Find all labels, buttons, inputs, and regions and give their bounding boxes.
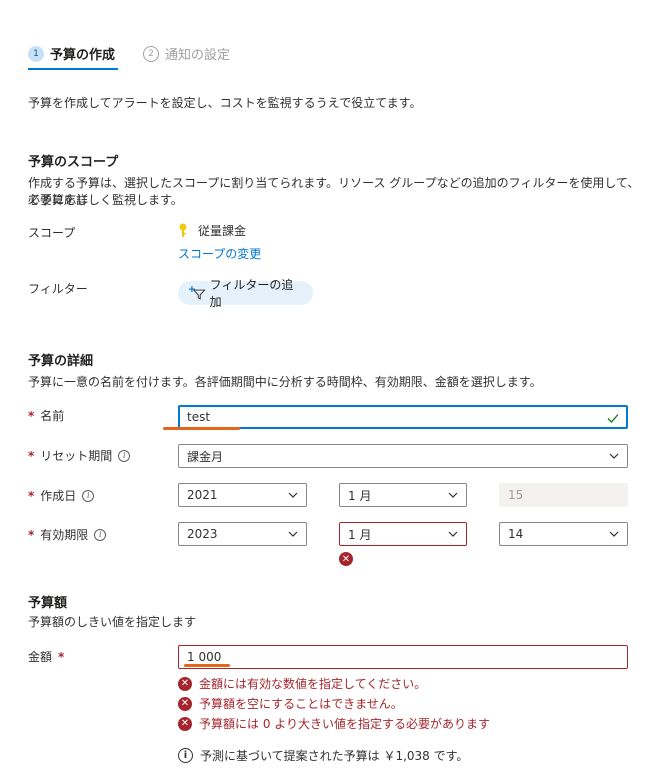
name-label-row: * 名前 — [28, 407, 64, 424]
info-icon[interactable]: i — [94, 528, 107, 541]
add-filter-icon — [188, 286, 206, 300]
scope-title: 予算のスコープ — [28, 155, 119, 170]
chevron-down-icon — [609, 453, 619, 459]
step-create-budget[interactable]: 1 予算の作成 — [28, 44, 115, 63]
name-input[interactable]: test — [178, 405, 628, 429]
error-icon: ✕ — [339, 552, 353, 566]
reset-label: リセット期間 — [40, 449, 113, 463]
amount-error-text-1: 金額には有効な数値を指定してください。 — [199, 677, 427, 691]
name-input-value: test — [187, 410, 211, 424]
add-filter-label: フィルターの追加 — [209, 278, 294, 309]
chevron-down-icon — [288, 531, 298, 537]
info-icon[interactable]: i — [118, 449, 131, 462]
scope-value: 従量課金 — [198, 224, 247, 238]
step-number-1: 1 — [28, 45, 44, 62]
step-label-notify: 通知の設定 — [165, 48, 231, 63]
expire-year-select[interactable]: 2023 — [178, 522, 307, 546]
amount-label: 金額 — [28, 650, 53, 664]
key-icon — [179, 223, 187, 237]
amount-error-text-3: 予算額には 0 より大きい値を指定する必要があります — [199, 717, 491, 731]
details-desc: 予算に一意の名前を付けます。各評価期間中に分析する時間枠、有効期限、金額を選択し… — [28, 375, 542, 389]
expire-month-select[interactable]: 1 月 — [339, 522, 467, 546]
created-month-value: 1 月 — [348, 488, 372, 503]
add-filter-button[interactable]: フィルターの追加 — [178, 278, 313, 309]
reset-label-row: * リセット期間 i — [28, 447, 131, 464]
name-label: 名前 — [40, 409, 65, 423]
created-year-value: 2021 — [187, 488, 218, 502]
expire-day-value: 14 — [508, 527, 524, 541]
created-day-value: 15 — [508, 488, 524, 502]
amount-error-1: ✕ 金額には有効な数値を指定してください。 — [178, 675, 426, 692]
created-label-row: * 作成日 i — [28, 487, 95, 504]
info-icon[interactable]: i — [82, 489, 95, 502]
amount-title: 予算額 — [28, 596, 68, 611]
scope-desc-line2: て予算を詳しく監視します。 — [28, 193, 183, 207]
amount-highlight-underline — [184, 664, 230, 667]
details-title: 予算の詳細 — [28, 354, 94, 369]
amount-input[interactable]: 1 000 — [178, 645, 628, 669]
active-step-underline — [28, 68, 118, 70]
required-asterisk: * — [58, 649, 65, 664]
reset-period-value: 課金月 — [187, 449, 224, 464]
expire-label-row: * 有効期限 i — [28, 526, 107, 543]
error-icon: ✕ — [178, 676, 192, 691]
amount-input-value: 1 000 — [187, 650, 222, 664]
amount-desc: 予算額のしきい値を指定します — [28, 615, 197, 629]
created-day-select: 15 — [499, 483, 628, 507]
amount-error-3: ✕ 予算額には 0 より大きい値を指定する必要があります — [178, 715, 490, 732]
suggestion-row: i 予測に基づいて提案された予算は ￥1,038 です。 — [178, 747, 468, 764]
created-label: 作成日 — [40, 489, 77, 503]
scope-label: スコープ — [28, 226, 76, 240]
scope-value-row: 従量課金 — [178, 222, 246, 239]
error-icon: ✕ — [178, 716, 192, 731]
step-set-notifications[interactable]: 2 通知の設定 — [143, 44, 230, 63]
expire-year-value: 2023 — [187, 527, 218, 541]
amount-error-2: ✕ 予算額を空にすることはできません。 — [178, 695, 403, 712]
intro-text: 予算を作成してアラートを設定し、コストを監視するうえで役立てます。 — [28, 96, 422, 110]
filter-label: フィルター — [28, 282, 88, 296]
chevron-down-icon — [448, 492, 458, 498]
required-asterisk: * — [28, 448, 35, 463]
info-circle-icon: i — [178, 748, 193, 763]
step-number-2: 2 — [143, 45, 159, 62]
required-asterisk: * — [28, 527, 35, 542]
expire-day-select[interactable]: 14 — [499, 522, 628, 546]
error-icon: ✕ — [178, 696, 192, 711]
amount-error-text-2: 予算額を空にすることはできません。 — [199, 697, 403, 711]
reset-period-select[interactable]: 課金月 — [178, 444, 628, 468]
change-scope-link[interactable]: スコープの変更 — [178, 245, 261, 262]
chevron-down-icon — [448, 531, 458, 537]
created-year-select[interactable]: 2021 — [178, 483, 307, 507]
chevron-down-icon — [288, 492, 298, 498]
required-asterisk: * — [28, 408, 35, 423]
amount-label-row: 金額 * — [28, 648, 64, 665]
required-asterisk: * — [28, 488, 35, 503]
created-month-select[interactable]: 1 月 — [339, 483, 467, 507]
valid-check-icon — [607, 414, 619, 423]
chevron-down-icon — [609, 531, 619, 537]
expire-label: 有効期限 — [40, 528, 89, 542]
suggestion-text: 予測に基づいて提案された予算は ￥1,038 です。 — [200, 749, 469, 763]
step-label-create: 予算の作成 — [50, 48, 116, 63]
name-highlight-underline — [163, 427, 240, 430]
expire-month-value: 1 月 — [348, 527, 372, 542]
